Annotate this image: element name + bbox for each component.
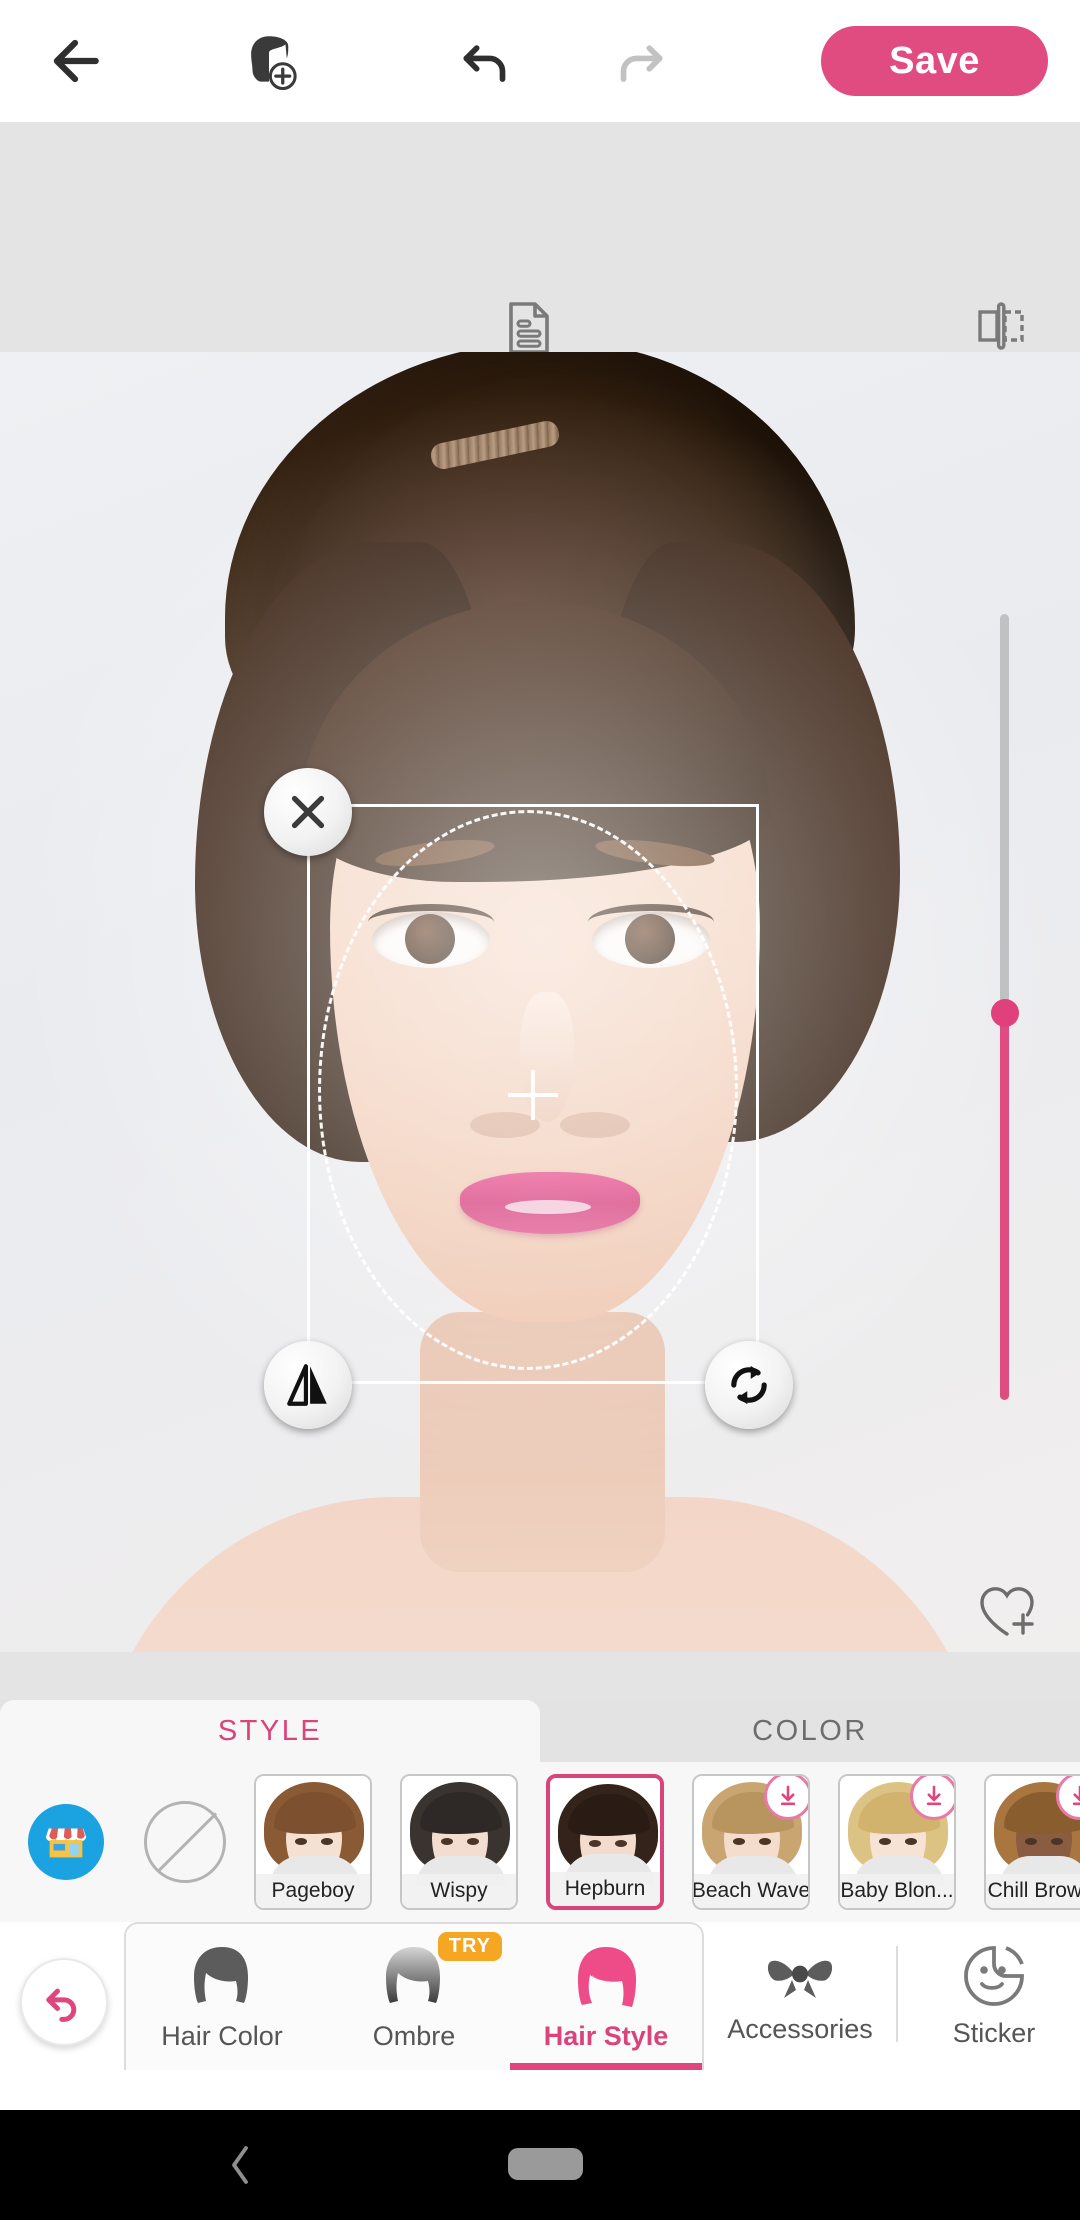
heart-plus-icon <box>980 1587 1034 1636</box>
other-tools-group: Accessories Sticker <box>704 1922 1080 2068</box>
tab-color[interactable]: COLOR <box>540 1700 1080 1762</box>
undo-circle-icon <box>46 1988 77 2022</box>
bottom-navigation: Hair Color Ombre TRY Hair Style Accessor… <box>0 1922 1080 2110</box>
nav-ombre-label: Ombre <box>372 2020 456 2051</box>
active-tab-underline <box>510 2063 702 2070</box>
nav-ombre[interactable]: Ombre TRY <box>318 1924 510 2070</box>
bow-ribbon-icon <box>767 1960 833 1998</box>
thumb-label: Beach Wave <box>694 1874 808 1908</box>
thumb-wispy[interactable]: Wispy <box>400 1774 518 1910</box>
thumb-eye-left <box>1025 1838 1037 1845</box>
undo-circle-button[interactable] <box>20 1958 108 2046</box>
close-x-icon <box>291 795 325 829</box>
selection-flip-handle[interactable] <box>264 1341 352 1429</box>
add-face-button[interactable] <box>226 18 312 104</box>
download-badge[interactable] <box>910 1776 954 1820</box>
flip-horizontal-icon <box>287 1364 327 1406</box>
document-lines-icon <box>509 302 549 354</box>
canvas-bottom-padding <box>0 1652 1080 1700</box>
thumb-label: Wispy <box>402 1874 516 1908</box>
nav-hair-style[interactable]: Hair Style <box>510 1924 702 2070</box>
top-toolbar: Save <box>0 0 1080 122</box>
photo-canvas[interactable] <box>0 122 1080 1700</box>
no-style-button[interactable] <box>144 1801 226 1883</box>
nav-hair-color[interactable]: Hair Color <box>126 1924 318 2070</box>
thumb-beach-wave[interactable]: Beach Wave <box>692 1774 810 1910</box>
undo-button[interactable] <box>448 22 526 100</box>
thumb-label: Baby Blon... <box>840 1874 954 1908</box>
intensity-slider-track[interactable] <box>1000 614 1009 1014</box>
hairstyle-thumbnail-strip[interactable]: Pageboy Wispy Hepburn Beach Wave Baby Bl… <box>0 1762 1080 1922</box>
redo-arrow-icon <box>620 45 663 82</box>
store-shop-icon <box>45 1828 87 1858</box>
thumb-eye-left <box>589 1840 601 1847</box>
redo-button[interactable] <box>600 22 678 100</box>
tab-style-label: STYLE <box>217 1714 323 1747</box>
tab-style[interactable]: STYLE <box>0 1700 540 1762</box>
hair-tools-group: Hair Color Ombre TRY Hair Style <box>124 1922 704 2070</box>
download-arrow-icon <box>926 1785 942 1806</box>
thumb-pageboy[interactable]: Pageboy <box>254 1774 372 1910</box>
thumb-label: Chill Brow... <box>986 1874 1080 1908</box>
thumb-eye-left <box>441 1838 453 1845</box>
nav-hair-color-label: Hair Color <box>161 2020 283 2051</box>
app-screen: Save STYLE COLOR Pageboy Wispy Hepburn B… <box>0 0 1080 2220</box>
thumb-eye-right <box>615 1840 627 1847</box>
thumb-eye-right <box>321 1838 333 1845</box>
undo-arrow-icon <box>463 45 506 82</box>
style-color-tabs: STYLE COLOR <box>0 1700 1080 1762</box>
store-button[interactable] <box>28 1804 104 1880</box>
bob-hair-icon <box>194 1946 248 2003</box>
thumb-chill-brown[interactable]: Chill Brow... <box>984 1774 1080 1910</box>
nav-hair-style-label: Hair Style <box>543 2020 669 2051</box>
try-badge: TRY <box>437 1932 502 1961</box>
download-badge[interactable] <box>764 1776 808 1820</box>
android-back-button[interactable] <box>222 2142 258 2193</box>
nav-accessories-label: Accessories <box>727 2013 873 2044</box>
nav-accessories[interactable]: Accessories <box>704 1922 896 2068</box>
thumb-eye-left <box>733 1838 745 1845</box>
chevron-left-icon <box>232 2146 248 2184</box>
android-home-pill[interactable] <box>508 2148 583 2180</box>
rotate-resize-icon <box>731 1365 767 1405</box>
thumb-eye-right <box>905 1838 917 1845</box>
intensity-slider-fill <box>1000 1010 1009 1400</box>
selection-close-handle[interactable] <box>264 768 352 856</box>
download-arrow-icon <box>780 1785 796 1806</box>
thumb-label: Pageboy <box>256 1874 370 1908</box>
android-navigation-bar <box>0 2110 1080 2220</box>
before-after-compare-icon <box>978 302 1024 350</box>
compare-button[interactable] <box>975 300 1027 357</box>
thumb-eye-right <box>467 1838 479 1845</box>
save-button[interactable]: Save <box>821 26 1048 96</box>
thumb-eye-left <box>879 1838 891 1845</box>
thumb-eye-right <box>1051 1838 1063 1845</box>
long-hair-icon <box>578 1946 636 2007</box>
smiley-face-icon <box>964 1945 1024 2006</box>
crosshair-icon <box>508 1070 558 1120</box>
nav-sticker-label: Sticker <box>952 2017 1036 2048</box>
thumb-eye-left <box>295 1838 307 1845</box>
tab-color-label: COLOR <box>752 1714 868 1747</box>
back-button[interactable] <box>36 22 114 100</box>
favorite-button[interactable] <box>975 1580 1039 1645</box>
thumb-eye-right <box>759 1838 771 1845</box>
nav-sticker[interactable]: Sticker <box>898 1922 1080 2068</box>
thumb-label: Hepburn <box>550 1872 660 1906</box>
thumb-hepburn[interactable]: Hepburn <box>546 1774 664 1910</box>
intensity-slider-thumb[interactable] <box>991 999 1019 1027</box>
arrow-left-icon <box>53 39 99 83</box>
selection-rotate-handle[interactable] <box>705 1341 793 1429</box>
thumb-baby-blonde[interactable]: Baby Blon... <box>838 1774 956 1910</box>
add-face-icon <box>251 36 297 91</box>
download-arrow-icon <box>1072 1785 1080 1806</box>
canvas-tool-row <box>0 122 1080 354</box>
